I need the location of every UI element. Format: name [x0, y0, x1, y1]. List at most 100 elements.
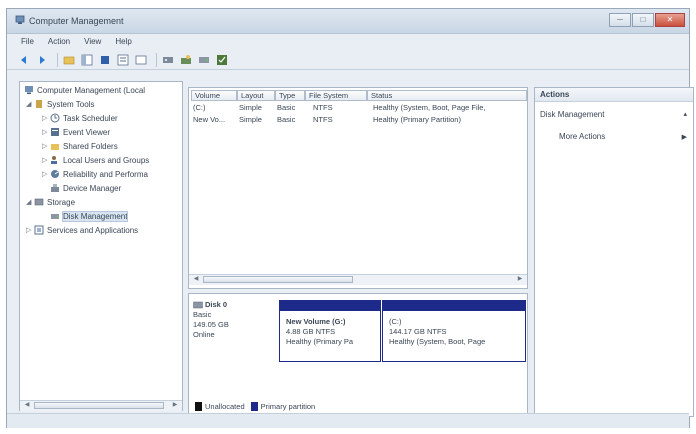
scroll-right-icon[interactable]: ▶ [170, 401, 180, 410]
more-actions-label: More Actions [559, 132, 606, 141]
collapse-arrow-icon[interactable]: ◢ [26, 100, 34, 108]
collapse-arrow-icon[interactable]: ▴ [683, 110, 687, 118]
window-controls: ─ □ ✕ [608, 13, 685, 27]
tree-item-label: System Tools [47, 99, 95, 109]
expand-arrow-icon[interactable]: ▷ [42, 170, 50, 178]
column-header-volume[interactable]: Volume [191, 90, 237, 101]
actions-section-disk-management[interactable]: Disk Management ▴ [535, 110, 693, 122]
scrollbar-thumb[interactable] [203, 276, 353, 283]
up-folder-icon[interactable] [62, 53, 76, 67]
partition-status: Healthy (System, Boot, Page [389, 337, 486, 346]
partition-title: (C:) [389, 317, 402, 326]
folder-icon [51, 144, 59, 150]
connect-icon[interactable] [161, 53, 175, 67]
close-button[interactable]: ✕ [655, 13, 685, 27]
expand-arrow-icon[interactable]: ▷ [42, 156, 50, 164]
submenu-arrow-icon[interactable]: ▶ [682, 133, 687, 141]
disk-icon[interactable] [197, 53, 211, 67]
tree-item-computer-management[interactable]: Computer Management (Local [24, 85, 145, 95]
actions-header: Actions [535, 88, 693, 102]
tree-item-event-viewer[interactable]: ▷ Event Viewer [42, 127, 110, 137]
partition-c[interactable]: (C:) 144.17 GB NTFS Healthy (System, Boo… [382, 300, 526, 362]
tree-item-label: Disk Management [61, 210, 129, 222]
tree-item-services[interactable]: ▷ Services and Applications [26, 225, 138, 235]
menu-bar: File Action View Help [7, 34, 689, 48]
tree-item-storage[interactable]: ◢ Storage [26, 197, 75, 207]
expand-arrow-icon[interactable]: ▷ [42, 128, 50, 136]
tree-item-device-manager[interactable]: Device Manager [50, 183, 121, 193]
rescan-icon[interactable] [179, 53, 193, 67]
disk-size: 149.05 GB [193, 320, 229, 329]
tree-item-label: Task Scheduler [63, 113, 118, 123]
partition-status: Healthy (Primary Pa [286, 337, 354, 346]
scroll-left-icon[interactable]: ◀ [191, 275, 201, 284]
disk-name: Disk 0 [205, 300, 228, 309]
column-header-status[interactable]: Status [367, 90, 527, 101]
menu-action[interactable]: Action [48, 37, 70, 46]
disk-type: Basic [193, 310, 212, 319]
tree-horizontal-scrollbar[interactable]: ◀ ▶ [20, 400, 182, 411]
minimize-button[interactable]: ─ [609, 13, 631, 27]
type-cell: Basic [277, 103, 296, 112]
volume-cell[interactable]: New Vo... [193, 115, 235, 124]
tree-item-shared-folders[interactable]: ▷ Shared Folders [42, 141, 118, 151]
actions-section-label: Disk Management [540, 110, 605, 119]
volume-list[interactable]: Volume Layout Type File System Status (C… [188, 87, 528, 289]
partition-size: 144.17 GB NTFS [389, 327, 447, 336]
tree-item-label: Local Users and Groups [63, 155, 150, 165]
disk-info[interactable]: Disk 0 Basic 149.05 GB Online [193, 300, 277, 368]
column-header-file-system[interactable]: File System [305, 90, 367, 101]
expand-arrow-icon[interactable]: ▷ [42, 114, 50, 122]
performance-icon [51, 170, 59, 178]
legend-swatch-primary [250, 402, 258, 411]
status-bar [7, 413, 689, 428]
column-header-layout[interactable]: Layout [237, 90, 275, 101]
legend-label-primary: Primary partition [260, 402, 316, 411]
menu-file[interactable]: File [21, 37, 34, 46]
tree-item-label: Storage [47, 197, 76, 207]
tree-item-local-users[interactable]: ▷ Local Users and Groups [42, 155, 149, 165]
computer-icon [25, 86, 33, 94]
toolbar [7, 50, 689, 70]
tree-item-reliability[interactable]: ▷ Reliability and Performa [42, 169, 148, 179]
tree-item-task-scheduler[interactable]: ▷ Task Scheduler [42, 113, 118, 123]
more-actions-item[interactable]: More Actions [559, 132, 605, 141]
help-icon[interactable] [134, 53, 148, 67]
scroll-left-icon[interactable]: ◀ [22, 401, 32, 410]
back-icon[interactable] [17, 53, 31, 67]
actions-pane: Actions Disk Management ▴ More Actions ▶ [534, 87, 694, 417]
console-tree[interactable]: Computer Management (Local ◢ System Tool… [19, 81, 183, 411]
volume-cell[interactable]: (C:) [193, 103, 235, 112]
disk-management-icon [51, 214, 59, 219]
tree-item-label: Event Viewer [63, 127, 110, 137]
scrollbar-thumb[interactable] [34, 402, 164, 409]
legend-label-unallocated: Unallocated [205, 402, 245, 411]
show-hide-tree-icon[interactable] [80, 53, 94, 67]
scroll-right-icon[interactable]: ▶ [515, 275, 525, 284]
volume-list-horizontal-scrollbar[interactable]: ◀ ▶ [189, 274, 527, 285]
column-header-type[interactable]: Type [275, 90, 305, 101]
file-system-cell: NTFS [313, 115, 333, 124]
disk-drive-icon [193, 301, 203, 309]
forward-icon[interactable] [35, 53, 49, 67]
partition-color-bar [280, 301, 380, 311]
expand-arrow-icon[interactable]: ▷ [42, 142, 50, 150]
maximize-button[interactable]: □ [632, 13, 654, 27]
tree-item-system-tools[interactable]: ◢ System Tools [26, 99, 94, 109]
disk-graphical-view[interactable]: Disk 0 Basic 149.05 GB Online New Volume… [188, 293, 528, 415]
status-cell: Healthy (Primary Partition) [373, 115, 461, 124]
partition-new-volume[interactable]: New Volume (G:) 4.88 GB NTFS Healthy (Pr… [279, 300, 381, 362]
partition-size: 4.88 GB NTFS [286, 327, 336, 336]
properties-icon[interactable] [116, 53, 130, 67]
computer-management-icon [15, 15, 25, 24]
menu-view[interactable]: View [84, 37, 101, 46]
tree-item-disk-management[interactable]: Disk Management [50, 210, 129, 222]
toolbar-separator [156, 52, 157, 67]
expand-arrow-icon[interactable]: ▷ [26, 226, 34, 234]
title-bar[interactable]: Computer Management ─ □ ✕ [7, 9, 689, 34]
menu-help[interactable]: Help [115, 37, 131, 46]
refresh-icon[interactable] [98, 53, 112, 67]
partition-title: New Volume (G:) [286, 317, 346, 326]
collapse-arrow-icon[interactable]: ◢ [26, 198, 34, 206]
check-icon[interactable] [215, 53, 229, 67]
